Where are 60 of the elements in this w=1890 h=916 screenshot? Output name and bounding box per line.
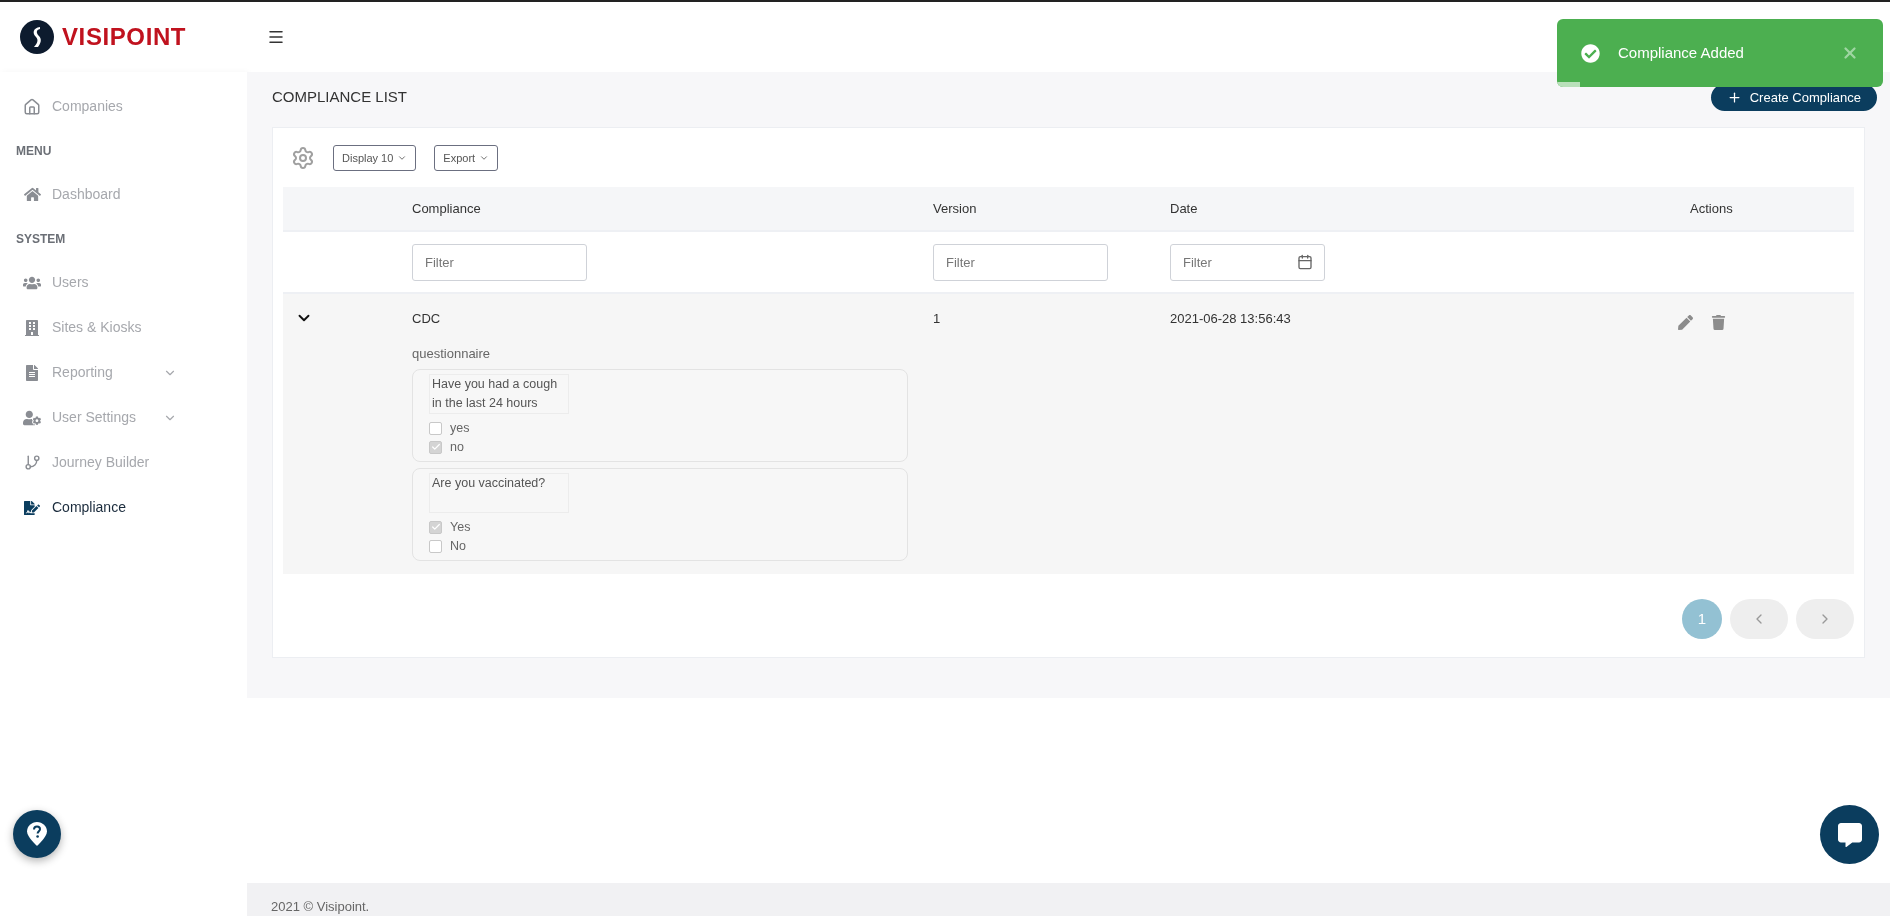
user-gear-icon <box>23 408 41 427</box>
questionnaire-label: questionnaire <box>412 344 492 363</box>
sidebar-item[interactable]: Companies <box>0 84 247 129</box>
check-icon <box>1581 43 1600 63</box>
sidebar-item[interactable]: Journey Builder <box>0 440 247 485</box>
house-icon <box>23 186 41 203</box>
house-icon <box>23 97 41 116</box>
logo-icon <box>20 20 54 54</box>
option-label: yes <box>450 419 470 437</box>
caret-icon <box>479 153 490 163</box>
sidebar-item[interactable]: Reporting <box>0 350 247 395</box>
question-text: Are you vaccinated? <box>429 473 569 513</box>
calendar-icon[interactable] <box>1297 253 1313 270</box>
branch-icon <box>23 454 41 471</box>
sidebar-item[interactable]: Sites & Kiosks <box>0 305 247 350</box>
option-label: no <box>450 438 464 456</box>
check-icon <box>430 522 441 532</box>
sidebar-item[interactable]: Users <box>0 260 247 305</box>
chat-icon <box>1837 822 1862 847</box>
filter-field[interactable]: Filter <box>412 243 587 281</box>
display-dropdown[interactable]: Display 10 <box>333 145 417 171</box>
checkbox[interactable] <box>429 440 442 454</box>
caret-icon <box>397 153 408 163</box>
settings-icon[interactable] <box>291 146 315 170</box>
question-text: Have you had a cough in the last 24 hours <box>429 374 569 414</box>
logo-text: VISIPOINT <box>62 22 187 52</box>
table-cell-text: CDC <box>412 310 442 328</box>
footer-text: 2021 © Visipoint. <box>271 898 371 916</box>
page-button[interactable]: 1 <box>1682 599 1722 639</box>
menu-icon <box>267 28 285 46</box>
filter-field[interactable]: Filter <box>933 243 1108 281</box>
check-icon <box>430 442 441 452</box>
export-dropdown[interactable]: Export <box>434 145 499 171</box>
edit-icon[interactable] <box>1678 315 1693 330</box>
column-header: Version <box>933 199 977 218</box>
checkbox[interactable] <box>429 539 442 553</box>
building-icon <box>24 319 40 336</box>
table-cell-text: 2021-06-28 13:56:43 <box>1170 310 1292 328</box>
delete-icon[interactable] <box>1711 315 1726 330</box>
checkbox[interactable] <box>429 421 442 435</box>
map-pin-question-icon <box>27 822 47 846</box>
column-header: Compliance <box>412 199 481 218</box>
sidebar-item[interactable]: Compliance <box>0 485 247 530</box>
sidebar-item[interactable]: Dashboard <box>0 172 247 217</box>
close-icon[interactable] <box>1841 44 1859 62</box>
option-label: Yes <box>450 518 471 536</box>
column-header: Actions <box>1690 199 1733 218</box>
date-filter-field[interactable]: Filter <box>1170 243 1325 281</box>
table-cell-text: 1 <box>933 310 942 328</box>
section-heading: SYSTEM <box>15 230 67 248</box>
report-icon <box>24 364 40 381</box>
document-icon <box>24 499 40 516</box>
checkbox[interactable] <box>429 520 442 534</box>
toast-message: Compliance Added <box>1618 42 1745 63</box>
sidebar-item[interactable]: User Settings <box>0 395 247 440</box>
option-label: No <box>450 537 466 555</box>
column-header: Date <box>1170 199 1198 218</box>
section-heading: MENU <box>15 142 53 160</box>
page-title: COMPLIANCE LIST <box>272 87 408 107</box>
plus-icon <box>1726 90 1742 105</box>
